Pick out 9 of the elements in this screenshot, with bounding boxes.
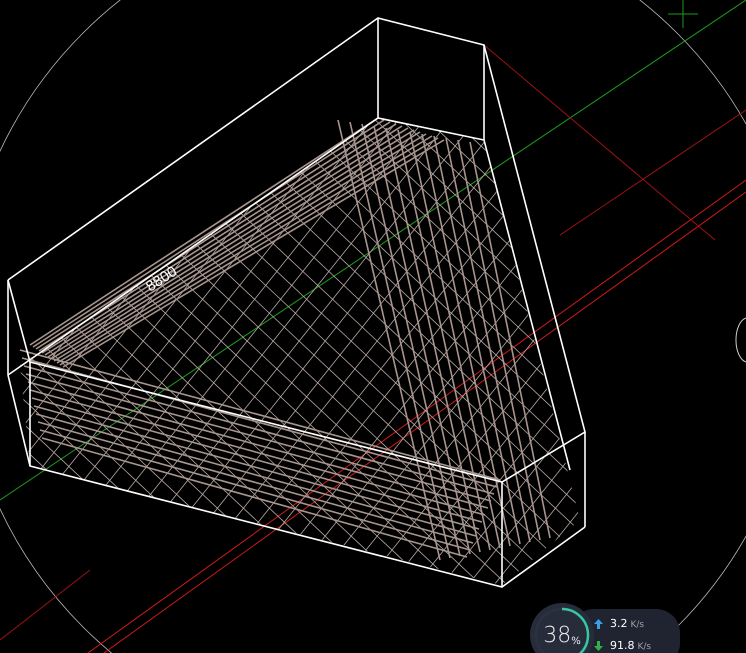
up-arrow-icon: [594, 619, 603, 629]
speed-value: 91.8: [610, 640, 634, 651]
dimension-label: 8800: [142, 262, 180, 296]
speed-value: 3.2: [610, 618, 628, 629]
percent-sign: %: [571, 636, 581, 646]
speed-unit: K/s: [638, 643, 652, 652]
speed-unit: K/s: [630, 621, 644, 630]
down-arrow-icon: [594, 641, 603, 651]
usage-percent: 38: [543, 622, 572, 648]
